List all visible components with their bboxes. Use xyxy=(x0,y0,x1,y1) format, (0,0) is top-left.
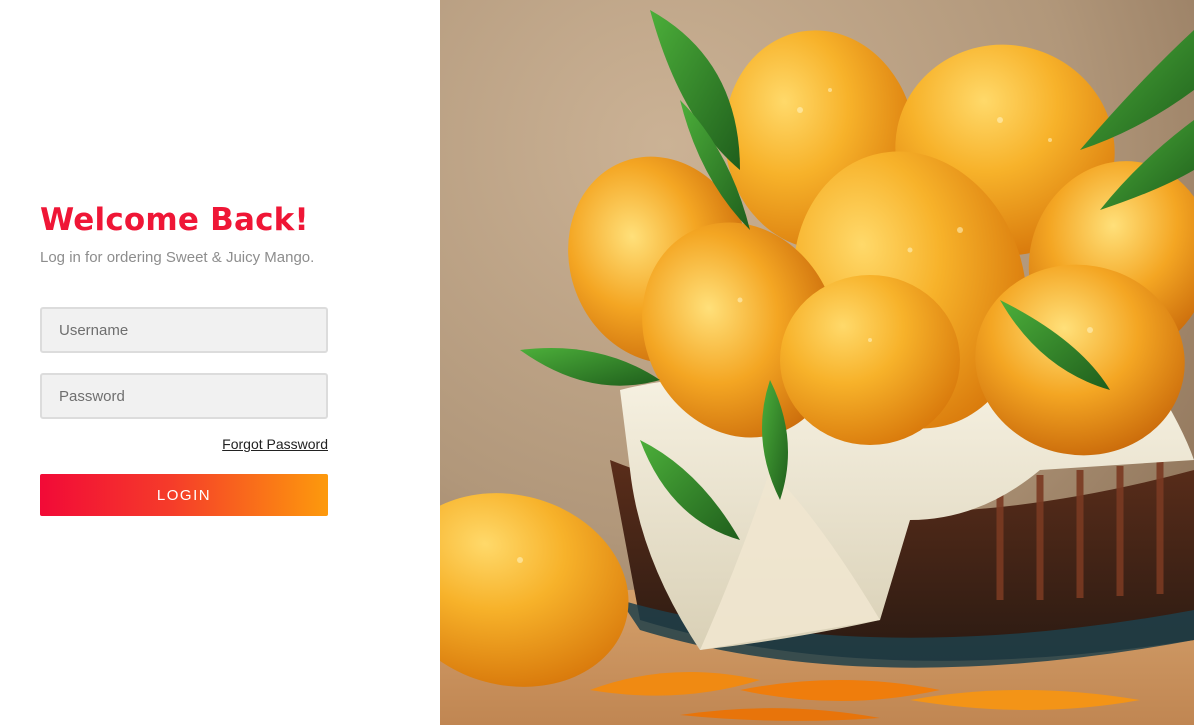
password-input[interactable] xyxy=(40,373,328,419)
login-button[interactable]: LOGIN xyxy=(40,474,328,516)
login-panel: Welcome Back! Log in for ordering Sweet … xyxy=(0,0,440,725)
forgot-password-link[interactable]: Forgot Password xyxy=(222,436,328,452)
login-page: Welcome Back! Log in for ordering Sweet … xyxy=(0,0,1194,725)
login-form: Welcome Back! Log in for ordering Sweet … xyxy=(40,200,328,516)
forgot-password-row: Forgot Password xyxy=(40,436,328,456)
page-subtitle: Log in for ordering Sweet & Juicy Mango. xyxy=(40,249,315,266)
hero-image-panel xyxy=(440,0,1194,725)
username-input[interactable] xyxy=(40,307,328,353)
mango-basket-image xyxy=(440,0,1194,725)
page-title: Welcome Back! xyxy=(40,202,309,238)
